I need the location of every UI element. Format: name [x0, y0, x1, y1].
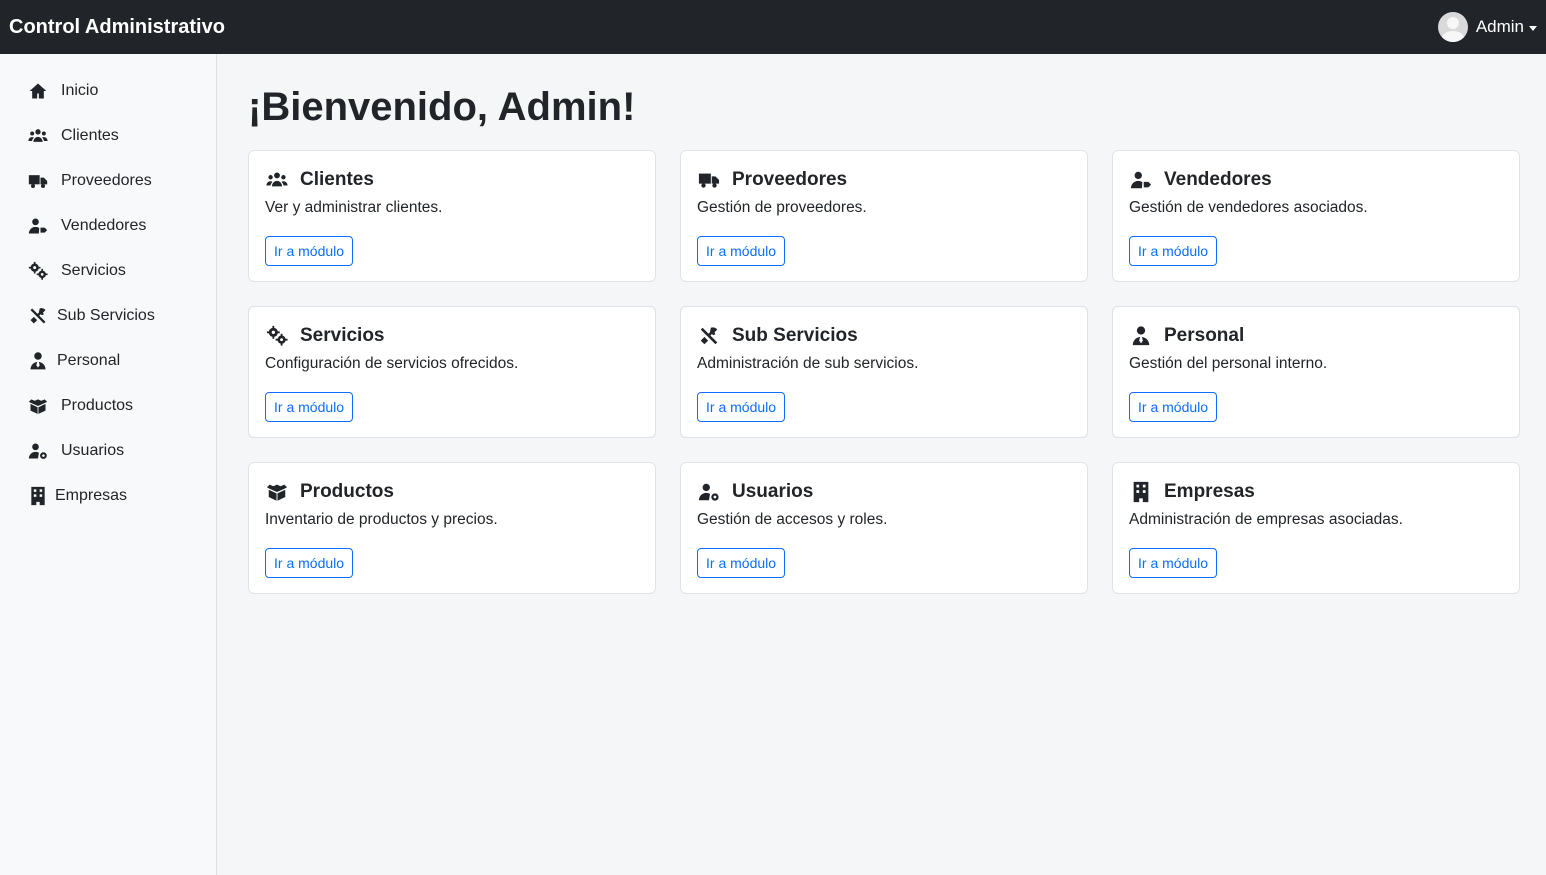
- card-header: Sub Servicios: [697, 323, 1071, 349]
- sidebar-item-label: Vendedores: [61, 216, 147, 234]
- go-to-module-button[interactable]: Ir a módulo: [1129, 392, 1218, 422]
- user-gear-icon: [697, 481, 721, 503]
- app-brand[interactable]: Control Administrativo: [9, 16, 225, 39]
- gears-icon: [265, 325, 289, 347]
- card-description: Gestión de proveedores.: [697, 199, 867, 216]
- box-open-icon: [28, 396, 48, 416]
- card-header: Empresas: [1129, 479, 1503, 505]
- sidebar-item-label: Clientes: [61, 126, 119, 144]
- avatar[interactable]: [1437, 12, 1468, 42]
- go-to-module-button[interactable]: Ir a módulo: [697, 236, 786, 266]
- card-title: Servicios: [300, 325, 385, 346]
- module-grid: Clientes Ver y administrar clientes. Ir …: [248, 150, 1520, 594]
- sidebar-item-empresas[interactable]: Empresas: [0, 473, 216, 518]
- sidebar-item-servicios[interactable]: Servicios: [0, 248, 216, 293]
- sidebar-item-label: Inicio: [61, 81, 99, 99]
- user-gear-icon: [28, 441, 48, 461]
- card-title: Personal: [1164, 325, 1245, 346]
- truck-icon: [697, 169, 721, 191]
- sidebar-item-label: Personal: [57, 351, 121, 369]
- card-title: Proveedores: [732, 169, 848, 190]
- tools-icon: [697, 325, 721, 347]
- users-icon: [28, 126, 48, 146]
- sidebar-item-label: Proveedores: [61, 171, 152, 189]
- card-header: Usuarios: [697, 479, 1071, 505]
- card-description: Gestión del personal interno.: [1129, 355, 1328, 372]
- user-tie-icon: [28, 351, 48, 371]
- module-card-vendedores: Vendedores Gestión de vendedores asociad…: [1112, 150, 1520, 282]
- main-content: ¡Bienvenido, Admin! Clientes Ver y admin…: [248, 54, 1520, 594]
- building-icon: [28, 486, 48, 506]
- sidebar-item-label: Empresas: [55, 486, 128, 504]
- card-description: Gestión de vendedores asociados.: [1129, 199, 1368, 216]
- module-card-empresas: Empresas Administración de empresas asoc…: [1112, 462, 1520, 594]
- sidebar-item-personal[interactable]: Personal: [0, 338, 216, 383]
- page-title: ¡Bienvenido, Admin!: [248, 85, 636, 129]
- card-title: Clientes: [300, 169, 374, 190]
- go-to-module-button[interactable]: Ir a módulo: [265, 548, 354, 578]
- card-header: Personal: [1129, 323, 1503, 349]
- user-name[interactable]: Admin: [1476, 17, 1524, 37]
- chevron-down-icon[interactable]: [1529, 25, 1537, 31]
- go-to-module-button[interactable]: Ir a módulo: [1129, 548, 1218, 578]
- truck-icon: [28, 171, 48, 191]
- sidebar-item-vendedores[interactable]: Vendedores: [0, 203, 216, 248]
- go-to-module-button[interactable]: Ir a módulo: [697, 392, 786, 422]
- card-title: Usuarios: [732, 481, 814, 502]
- go-to-module-button[interactable]: Ir a módulo: [697, 548, 786, 578]
- module-card-productos: Productos Inventario de productos y prec…: [248, 462, 656, 594]
- card-header: Clientes: [265, 167, 639, 193]
- card-header: Proveedores: [697, 167, 1071, 193]
- user-menu[interactable]: Admin: [1437, 12, 1537, 42]
- go-to-module-button[interactable]: Ir a módulo: [265, 236, 354, 266]
- module-card-usuarios: Usuarios Gestión de accesos y roles. Ir …: [680, 462, 1088, 594]
- sidebar-item-label: Servicios: [61, 261, 126, 279]
- card-title: Sub Servicios: [732, 325, 858, 346]
- card-description: Ver y administrar clientes.: [265, 199, 443, 216]
- card-header: Servicios: [265, 323, 639, 349]
- module-card-personal: Personal Gestión del personal interno. I…: [1112, 306, 1520, 438]
- sidebar-item-label: Productos: [61, 396, 134, 414]
- users-icon: [265, 169, 289, 191]
- sidebar-item-sub-servicios[interactable]: Sub Servicios: [0, 293, 216, 338]
- module-card-sub-servicios: Sub Servicios Administración de sub serv…: [680, 306, 1088, 438]
- card-description: Gestión de accesos y roles.: [697, 511, 888, 528]
- user-tie-icon: [1129, 325, 1153, 347]
- tools-icon: [28, 306, 48, 326]
- card-title: Empresas: [1164, 481, 1255, 502]
- card-description: Administración de sub servicios.: [697, 355, 919, 372]
- user-tag-icon: [28, 216, 48, 236]
- card-description: Inventario de productos y precios.: [265, 511, 498, 528]
- user-tag-icon: [1129, 169, 1153, 191]
- sidebar: Inicio Clientes Proveedores Vendedores S…: [0, 54, 217, 875]
- sidebar-item-label: Sub Servicios: [57, 306, 155, 324]
- card-description: Administración de empresas asociadas.: [1129, 511, 1403, 528]
- module-card-proveedores: Proveedores Gestión de proveedores. Ir a…: [680, 150, 1088, 282]
- sidebar-item-usuarios[interactable]: Usuarios: [0, 428, 216, 473]
- go-to-module-button[interactable]: Ir a módulo: [1129, 236, 1218, 266]
- card-header: Productos: [265, 479, 639, 505]
- home-icon: [28, 81, 48, 101]
- sidebar-item-clientes[interactable]: Clientes: [0, 113, 216, 158]
- top-navbar: Control Administrativo Admin: [0, 0, 1546, 54]
- go-to-module-button[interactable]: Ir a módulo: [265, 392, 354, 422]
- gears-icon: [28, 261, 48, 281]
- sidebar-item-label: Usuarios: [61, 441, 125, 459]
- card-title: Productos: [300, 481, 394, 502]
- card-header: Vendedores: [1129, 167, 1503, 193]
- card-description: Configuración de servicios ofrecidos.: [265, 355, 519, 372]
- box-open-icon: [265, 481, 289, 503]
- module-card-servicios: Servicios Configuración de servicios ofr…: [248, 306, 656, 438]
- sidebar-item-productos[interactable]: Productos: [0, 383, 216, 428]
- sidebar-item-inicio[interactable]: Inicio: [0, 68, 216, 113]
- module-card-clientes: Clientes Ver y administrar clientes. Ir …: [248, 150, 656, 282]
- sidebar-item-proveedores[interactable]: Proveedores: [0, 158, 216, 203]
- building-icon: [1129, 481, 1153, 503]
- card-title: Vendedores: [1164, 169, 1272, 190]
